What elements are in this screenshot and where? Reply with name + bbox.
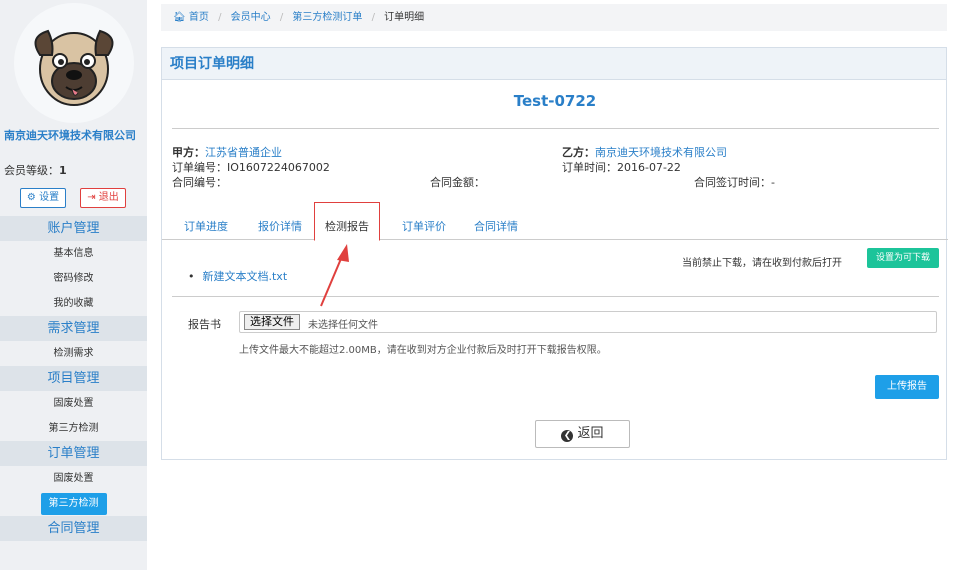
contract-amount: 合同金额： — [430, 176, 485, 189]
report-file-input[interactable]: 选择文件 未选择任何文件 — [239, 311, 937, 333]
party-a-value[interactable]: 江苏省普通企业 — [205, 146, 282, 159]
menu-group-demand[interactable]: 需求管理 — [0, 316, 147, 341]
breadcrumb: 🏠︎ 首页 / 会员中心 / 第三方检测订单 / 订单明细 — [161, 4, 947, 31]
choose-file-button[interactable]: 选择文件 — [244, 314, 300, 330]
settings-label: 设置 — [39, 192, 60, 203]
contract-number: 合同编号： — [172, 176, 227, 189]
contract-sign-time: 合同签订时间：- — [694, 176, 775, 189]
tab-order-review[interactable]: 订单评价 — [402, 218, 446, 234]
tab-test-report[interactable]: 检测报告 — [314, 202, 380, 241]
party-b: 乙方：南京迪天环境技术有限公司 — [562, 144, 727, 160]
file-link[interactable]: 新建文本文档.txt — [203, 270, 288, 283]
menu-group-account[interactable]: 账户管理 — [0, 216, 147, 241]
breadcrumb-orders[interactable]: 第三方检测订单 — [292, 12, 362, 23]
breadcrumb-member[interactable]: 会员中心 — [231, 12, 271, 23]
panel-title: 项目订单明细 — [162, 48, 946, 80]
order-detail-panel: 项目订单明细 Test-0722 甲方：江苏省普通企业 乙方：南京迪天环境技术有… — [161, 47, 948, 460]
party-b-value[interactable]: 南京迪天环境技术有限公司 — [595, 146, 727, 159]
no-file-text: 未选择任何文件 — [308, 320, 378, 331]
annotation-arrow-icon — [320, 244, 349, 307]
party-a: 甲方：江苏省普通企业 — [172, 144, 282, 160]
report-label: 报告书 — [188, 318, 221, 331]
allow-download-button[interactable]: 设置为可下载 — [867, 248, 939, 268]
order-time: 订单时间：2016-07-22 — [562, 161, 681, 174]
gear-icon: ⚙ — [26, 192, 36, 203]
menu-item-order-third-party-label: 第三方检测 — [40, 493, 107, 515]
logout-icon: ⇥ — [87, 192, 96, 203]
member-level-value: 1 — [59, 164, 67, 177]
divider — [172, 128, 939, 129]
tab-order-progress[interactable]: 订单进度 — [184, 218, 228, 234]
tab-quote-detail[interactable]: 报价详情 — [258, 218, 302, 234]
detail-tabs: 订单进度 报价详情 检测报告 订单评价 合同详情 — [162, 202, 948, 241]
order-number: 订单编号：IO1607224067002 — [172, 161, 330, 174]
menu-item-project-third-party[interactable]: 第三方检测 — [0, 416, 147, 441]
download-note: 当前禁止下载，请在收到付款后打开 — [682, 258, 842, 269]
upload-hint: 上传文件最大不能超过2.00MB，请在收到对方企业付款后及时打开下载报告权限。 — [239, 345, 607, 356]
party-b-label: 乙方： — [562, 146, 595, 159]
menu-item-testing-demand[interactable]: 检测需求 — [0, 341, 147, 366]
menu-group-contract[interactable]: 合同管理 — [0, 516, 147, 541]
menu-item-order-waste[interactable]: 固废处置 — [0, 466, 147, 491]
menu-item-order-third-party[interactable]: 第三方检测 — [0, 491, 147, 516]
logout-label: 退出 — [98, 192, 119, 203]
member-level-label: 会员等级： — [4, 164, 59, 177]
pug-avatar-icon — [34, 29, 114, 106]
breadcrumb-sep: / — [279, 12, 284, 23]
menu-item-project-waste[interactable]: 固废处置 — [0, 391, 147, 416]
menu-item-basic-info[interactable]: 基本信息 — [0, 241, 147, 266]
back-label: 返回 — [577, 426, 604, 441]
tab-contract-detail[interactable]: 合同详情 — [474, 218, 518, 234]
menu-item-password[interactable]: 密码修改 — [0, 266, 147, 291]
party-a-label: 甲方： — [172, 146, 205, 159]
breadcrumb-sep: / — [371, 12, 375, 23]
sidebar-menu: 账户管理 基本信息 密码修改 我的收藏 需求管理 检测需求 项目管理 固废处置 … — [0, 216, 147, 541]
breadcrumb-current: 订单明细 — [384, 12, 425, 23]
company-name: 南京迪天环境技术有限公司 — [4, 129, 136, 142]
order-name: Test-0722 — [513, 92, 597, 110]
file-item: • 新建文本文档.txt — [188, 268, 287, 284]
sidebar: 南京迪天环境技术有限公司 会员等级：1 ⚙ 设置 ⇥ 退出 账户管理 基本信息 … — [0, 0, 147, 570]
back-button[interactable]: ❮ 返回 — [535, 420, 630, 448]
settings-button[interactable]: ⚙ 设置 — [20, 188, 66, 208]
bullet-icon: • — [188, 270, 195, 283]
avatar — [14, 3, 134, 123]
back-arrow-icon: ❮ — [561, 430, 574, 442]
menu-item-favorites[interactable]: 我的收藏 — [0, 291, 147, 316]
breadcrumb-sep: / — [218, 12, 222, 23]
upload-report-button[interactable]: 上传报告 — [875, 375, 939, 399]
divider — [172, 296, 939, 297]
menu-group-project[interactable]: 项目管理 — [0, 366, 147, 391]
menu-group-order[interactable]: 订单管理 — [0, 441, 147, 466]
breadcrumb-home[interactable]: 首页 — [189, 12, 209, 23]
member-level: 会员等级：1 — [4, 162, 67, 178]
logout-button[interactable]: ⇥ 退出 — [80, 188, 126, 208]
home-icon[interactable]: 🏠︎ — [173, 12, 186, 23]
